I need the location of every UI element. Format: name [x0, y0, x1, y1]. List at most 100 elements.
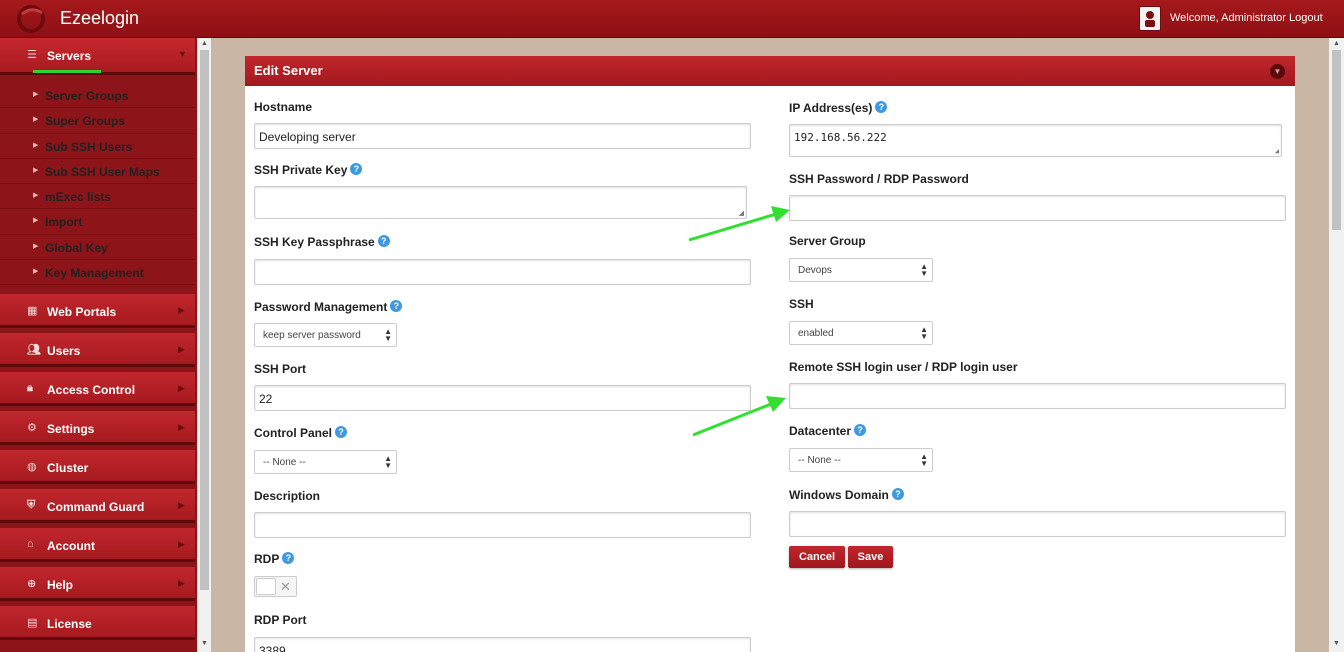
chevron-right-icon: ▶	[178, 344, 185, 354]
help-icon[interactable]: ?	[854, 424, 867, 436]
servers-submenu: ▶ Server Groups ▶ Super Groups ▶ Sub SSH…	[0, 83, 195, 286]
sidebar-item-web-portals[interactable]: ▦ Web Portals ▶	[0, 294, 195, 328]
submenu-label: Import	[45, 215, 83, 230]
cancel-button[interactable]: Cancel	[789, 546, 845, 568]
sidebar-item-help[interactable]: ⊕ Help ▶	[0, 567, 195, 601]
submenu-item-global-key[interactable]: ▶ Global Key	[0, 235, 195, 261]
sidebar-item-account[interactable]: ⌂ Account ▶	[0, 528, 195, 562]
submenu-item-sub-ssh-users[interactable]: ▶ Sub SSH Users	[0, 134, 195, 159]
submenu-item-key-management[interactable]: ▶ Key Management	[0, 260, 195, 286]
sidebar-scrollbar[interactable]: ▲ ▼	[197, 38, 211, 652]
select-caret-icon: ▲ ▼	[384, 454, 392, 470]
rdp-toggle[interactable]: ✕	[254, 576, 297, 597]
ssh-port-input[interactable]: 22	[254, 385, 751, 411]
submenu-item-server-groups[interactable]: ▶ Server Groups	[0, 83, 195, 109]
submenu-label: Super Groups	[45, 114, 126, 129]
rdp-label: RDP?	[254, 552, 295, 566]
layout-icon: ▦	[27, 305, 38, 317]
password-management-select[interactable]: keep server password ▲ ▼	[254, 323, 397, 347]
resize-grip-icon[interactable]: ◢	[1275, 147, 1279, 155]
user-icon	[1145, 11, 1155, 27]
welcome-logout-link[interactable]: Welcome, Administrator Logout	[1170, 12, 1323, 24]
sidebar-item-servers[interactable]: ☰ Servers ▼	[0, 38, 195, 75]
description-input[interactable]	[254, 512, 751, 538]
submenu-item-sub-ssh-user-maps[interactable]: ▶ Sub SSH User Maps	[0, 159, 195, 185]
help-icon[interactable]: ?	[282, 552, 295, 564]
sidebar-item-license[interactable]: ▤ License	[0, 606, 195, 640]
scroll-up-icon[interactable]: ▲	[201, 40, 208, 47]
windows-domain-label: Windows Domain?	[789, 488, 904, 502]
submenu-label: Server Groups	[45, 89, 129, 103]
server-group-select[interactable]: Devops ▲ ▼	[789, 258, 933, 282]
submenu-label: Sub SSH Users	[45, 139, 133, 154]
resize-grip-icon[interactable]: ◢	[739, 209, 744, 217]
submenu-item-super-groups[interactable]: ▶ Super Groups	[0, 108, 195, 134]
caret-right-icon: ▶	[33, 268, 39, 276]
chevron-right-icon: ▶	[178, 500, 185, 510]
help-icon[interactable]: ?	[891, 488, 904, 500]
active-indicator	[33, 70, 101, 73]
submenu-label: Sub SSH User Maps	[45, 164, 160, 179]
sidebar-item-access-control[interactable]: 🔒︎ Access Control ▶	[0, 372, 195, 406]
help-icon[interactable]: ?	[350, 163, 363, 175]
users-icon: 👥︎	[27, 344, 41, 356]
list-icon: ☰	[27, 49, 37, 61]
sidebar-item-label: Servers	[47, 49, 92, 63]
datacenter-select[interactable]: -- None -- ▲ ▼	[789, 448, 933, 472]
caret-right-icon: ▶	[33, 116, 39, 124]
shield-icon: ⛨	[27, 499, 36, 511]
ssh-private-key-textarea[interactable]: ◢	[254, 186, 747, 219]
globe-icon: ◍	[27, 461, 37, 473]
submenu-item-mexec-lists[interactable]: ▶ mExec lists	[0, 184, 195, 210]
windows-domain-input[interactable]	[789, 511, 1286, 537]
scrollbar-thumb[interactable]	[200, 50, 209, 590]
help-icon[interactable]: ?	[377, 235, 390, 247]
caret-right-icon: ▶	[33, 141, 39, 149]
scrollbar-thumb[interactable]	[1332, 50, 1341, 230]
select-caret-icon: ▲ ▼	[920, 452, 928, 468]
chevron-right-icon: ▶	[178, 383, 185, 393]
caret-right-icon: ▶	[33, 217, 39, 225]
select-caret-icon: ▲ ▼	[920, 325, 928, 341]
page-scrollbar[interactable]: ▲ ▼	[1329, 38, 1344, 652]
ssh-select[interactable]: enabled ▲ ▼	[789, 321, 933, 345]
hostname-input[interactable]: Developing server	[254, 123, 751, 149]
sidebar-item-label: License	[47, 617, 92, 631]
app-title: Ezeelogin	[60, 8, 140, 28]
scroll-down-icon[interactable]: ▼	[201, 640, 208, 647]
ssh-key-passphrase-input[interactable]	[254, 259, 751, 285]
sidebar-item-label: Account	[47, 539, 95, 553]
ip-address-textarea[interactable]: 192.168.56.222 ◢	[789, 124, 1282, 157]
ip-address-label: IP Address(es)?	[789, 101, 888, 115]
sidebar-item-users[interactable]: 👥︎ Users ▶	[0, 333, 195, 367]
close-icon: ✕	[280, 579, 291, 594]
control-panel-select[interactable]: -- None -- ▲ ▼	[254, 450, 397, 474]
sidebar-item-cluster[interactable]: ◍ Cluster	[0, 450, 195, 484]
remote-login-user-input[interactable]	[789, 383, 1286, 409]
gears-icon: ⚙	[27, 422, 37, 434]
submenu-item-import[interactable]: ▶ Import	[0, 209, 195, 235]
scroll-up-icon[interactable]: ▲	[1333, 40, 1340, 47]
help-icon[interactable]: ?	[335, 426, 348, 438]
help-icon[interactable]: ?	[875, 101, 888, 113]
sidebar-item-label: Access Control	[47, 383, 136, 397]
logo-icon	[17, 5, 45, 33]
sidebar-item-command-guard[interactable]: ⛨ Command Guard ▶	[0, 489, 195, 523]
server-group-label: Server Group	[789, 234, 866, 248]
top-bar: Ezeelogin Welcome, Administrator Logout	[0, 0, 1344, 38]
collapse-icon[interactable]: ▼	[1270, 64, 1285, 79]
scroll-down-icon[interactable]: ▼	[1333, 640, 1340, 647]
lifebuoy-icon: ⊕	[27, 578, 37, 590]
sidebar-item-settings[interactable]: ⚙ Settings ▶	[0, 411, 195, 445]
chevron-right-icon: ▶	[178, 578, 185, 588]
save-button[interactable]: Save	[848, 546, 893, 568]
sidebar-item-label: Cluster	[47, 461, 89, 475]
ip-address-value: 192.168.56.222	[794, 131, 887, 144]
help-icon[interactable]: ?	[390, 300, 403, 312]
caret-right-icon: ▶	[33, 192, 39, 200]
rdp-port-input[interactable]: 3389	[254, 637, 751, 652]
hostname-label: Hostname	[254, 100, 313, 114]
caret-right-icon: ▶	[33, 166, 39, 174]
ssh-password-input[interactable]	[789, 195, 1286, 221]
avatar[interactable]	[1139, 6, 1161, 31]
